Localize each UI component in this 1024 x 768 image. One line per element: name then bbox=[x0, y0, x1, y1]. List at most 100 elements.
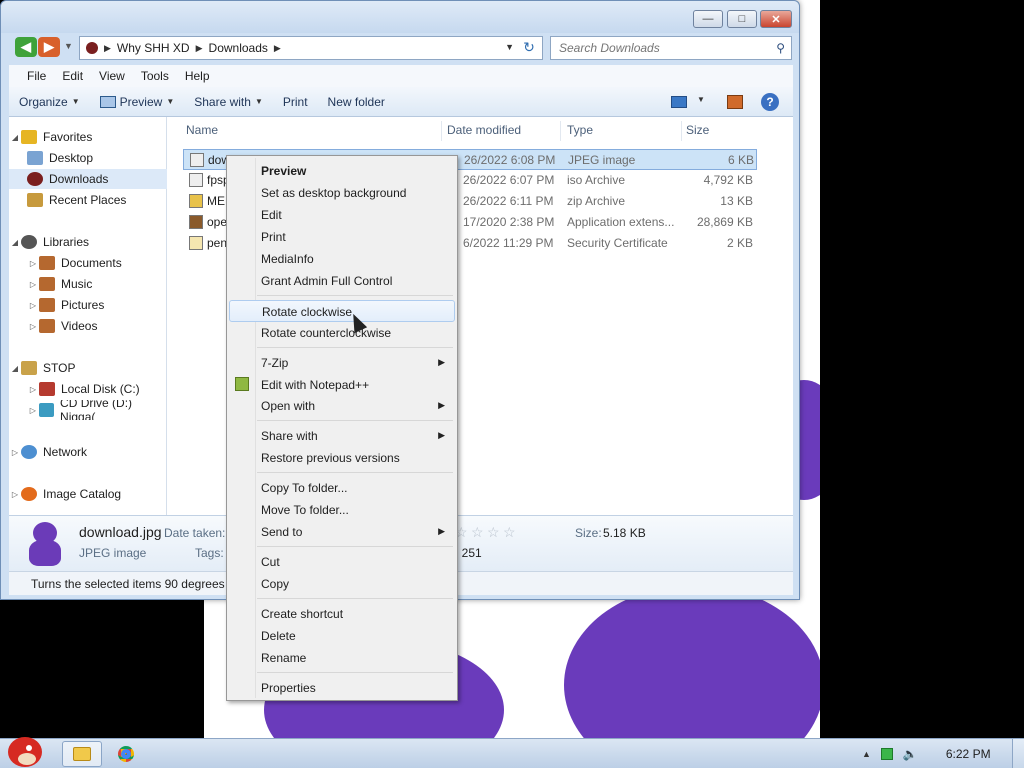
minimize-button[interactable]: — bbox=[693, 10, 723, 28]
ctx-preview[interactable]: Preview bbox=[229, 160, 455, 182]
menu-file[interactable]: File bbox=[19, 69, 54, 83]
column-divider[interactable] bbox=[441, 121, 442, 141]
search-input[interactable] bbox=[559, 41, 759, 55]
menu-tools[interactable]: Tools bbox=[133, 69, 177, 83]
refresh-icon[interactable]: ↻ bbox=[519, 39, 539, 57]
maximize-button[interactable]: □ bbox=[727, 10, 757, 28]
menu-edit[interactable]: Edit bbox=[54, 69, 91, 83]
ctx-create-shortcut[interactable]: Create shortcut bbox=[229, 603, 455, 625]
ctx-copy[interactable]: Copy bbox=[229, 573, 455, 595]
breadcrumb-downloads[interactable]: Downloads bbox=[209, 41, 268, 55]
ctx-edit-notepad[interactable]: Edit with Notepad++ bbox=[229, 374, 455, 396]
breadcrumb-separator-icon[interactable]: ▶ bbox=[196, 43, 203, 54]
address-dropdown-icon[interactable]: ▼ bbox=[505, 42, 514, 52]
ctx-print[interactable]: Print bbox=[229, 226, 455, 248]
taskbar-explorer-button[interactable] bbox=[62, 741, 102, 767]
nav-music[interactable]: ▷ Music bbox=[9, 274, 167, 294]
search-icon[interactable]: ⚲ bbox=[776, 41, 785, 55]
column-type[interactable]: Type bbox=[567, 123, 593, 137]
breadcrumb-separator-icon[interactable]: ▶ bbox=[274, 43, 281, 54]
collapse-arrow-icon[interactable]: ▷ bbox=[27, 301, 39, 310]
show-hidden-icons-icon[interactable]: ▲ bbox=[862, 749, 871, 759]
nav-recent-places[interactable]: Recent Places bbox=[9, 190, 167, 210]
nav-desktop[interactable]: Desktop bbox=[9, 148, 167, 168]
taskbar-chrome-button[interactable] bbox=[106, 741, 146, 767]
ctx-rename[interactable]: Rename bbox=[229, 647, 455, 669]
search-box[interactable]: ⚲ bbox=[550, 36, 792, 60]
preview-pane-icon[interactable] bbox=[727, 95, 743, 109]
collapse-arrow-icon[interactable]: ▷ bbox=[27, 259, 39, 268]
breadcrumb-why-shh-xd[interactable]: Why SHH XD bbox=[117, 41, 190, 55]
organize-button[interactable]: Organize ▼ bbox=[9, 95, 90, 109]
ctx-cut[interactable]: Cut bbox=[229, 551, 455, 573]
ctx-restore-previous[interactable]: Restore previous versions bbox=[229, 447, 455, 469]
nav-favorites[interactable]: ◢ Favorites bbox=[9, 127, 167, 147]
expand-arrow-icon[interactable]: ◢ bbox=[9, 238, 21, 247]
ctx-copy-to-folder[interactable]: Copy To folder... bbox=[229, 477, 455, 499]
rating-star-icon[interactable]: ☆ bbox=[503, 524, 516, 541]
ctx-properties[interactable]: Properties bbox=[229, 677, 455, 699]
expand-arrow-icon[interactable]: ◢ bbox=[9, 364, 21, 373]
ctx-move-to-folder[interactable]: Move To folder... bbox=[229, 499, 455, 521]
column-name[interactable]: Name bbox=[186, 123, 218, 137]
ctx-mediainfo[interactable]: MediaInfo bbox=[229, 248, 455, 270]
expand-arrow-icon[interactable]: ◢ bbox=[9, 133, 21, 142]
bird-eye bbox=[26, 745, 32, 751]
nav-computer[interactable]: ◢ STOP bbox=[9, 358, 167, 378]
ctx-grant-admin[interactable]: Grant Admin Full Control bbox=[229, 270, 455, 292]
column-date-modified[interactable]: Date modified bbox=[447, 123, 521, 137]
collapse-arrow-icon[interactable]: ▷ bbox=[9, 448, 21, 457]
recent-pages-dropdown-icon[interactable]: ▼ bbox=[64, 41, 73, 51]
network-status-icon[interactable] bbox=[880, 748, 893, 760]
nav-libraries[interactable]: ◢ Libraries bbox=[9, 232, 167, 252]
address-bar[interactable]: ▶ Why SHH XD ▶ Downloads ▶ ▼ ↻ bbox=[79, 36, 543, 60]
collapse-arrow-icon[interactable]: ▷ bbox=[27, 385, 39, 394]
nav-videos[interactable]: ▷ Videos bbox=[9, 316, 167, 336]
back-button[interactable]: ◀ bbox=[15, 37, 37, 57]
ctx-delete[interactable]: Delete bbox=[229, 625, 455, 647]
print-button[interactable]: Print bbox=[273, 95, 318, 109]
collapse-arrow-icon[interactable]: ▷ bbox=[27, 280, 39, 289]
nav-downloads[interactable]: Downloads bbox=[9, 169, 167, 189]
ctx-rotate-clockwise[interactable]: Rotate clockwise bbox=[229, 300, 455, 322]
file-date: 17/2020 2:38 PM bbox=[463, 215, 555, 229]
ctx-set-desktop-background[interactable]: Set as desktop background bbox=[229, 182, 455, 204]
nav-documents[interactable]: ▷ Documents bbox=[9, 253, 167, 273]
close-button[interactable]: ✕ bbox=[760, 10, 792, 28]
column-divider[interactable] bbox=[681, 121, 682, 141]
collapse-arrow-icon[interactable]: ▷ bbox=[27, 406, 39, 415]
volume-icon[interactable]: 🔈 bbox=[903, 747, 918, 761]
column-divider[interactable] bbox=[560, 121, 561, 141]
menu-view[interactable]: View bbox=[91, 69, 133, 83]
ctx-open-with[interactable]: Open with ▶ bbox=[229, 395, 455, 417]
ctx-7zip[interactable]: 7-Zip ▶ bbox=[229, 352, 455, 374]
breadcrumb-separator-icon[interactable]: ▶ bbox=[104, 43, 111, 54]
start-button[interactable] bbox=[2, 735, 48, 768]
show-desktop-button[interactable] bbox=[1012, 739, 1024, 768]
nav-network[interactable]: ▷ Network bbox=[9, 442, 167, 462]
change-view-icon[interactable] bbox=[671, 96, 687, 108]
column-size[interactable]: Size bbox=[686, 123, 709, 137]
nav-pictures[interactable]: ▷ Pictures bbox=[9, 295, 167, 315]
ctx-share-with[interactable]: Share with ▶ bbox=[229, 425, 455, 447]
nav-image-catalog[interactable]: ▷ Image Catalog bbox=[9, 484, 167, 504]
nav-local-disk[interactable]: ▷ Local Disk (C:) bbox=[9, 379, 167, 399]
nav-cd-drive[interactable]: ▷ CD Drive (D:) Nigga( bbox=[9, 400, 167, 420]
collapse-arrow-icon[interactable]: ▷ bbox=[27, 322, 39, 331]
rating-star-icon[interactable]: ☆ bbox=[471, 524, 484, 541]
rating-star-icon[interactable]: ☆ bbox=[487, 524, 500, 541]
new-folder-button[interactable]: New folder bbox=[318, 95, 395, 109]
ctx-send-to[interactable]: Send to ▶ bbox=[229, 521, 455, 543]
clock[interactable]: 6:22 PM bbox=[946, 747, 991, 761]
ctx-rotate-counterclockwise[interactable]: Rotate counterclockwise bbox=[229, 322, 455, 344]
preview-button[interactable]: Preview ▼ bbox=[90, 95, 185, 109]
ctx-edit[interactable]: Edit bbox=[229, 204, 455, 226]
share-with-button[interactable]: Share with ▼ bbox=[184, 95, 273, 109]
view-dropdown-icon[interactable]: ▼ bbox=[697, 95, 705, 104]
help-icon[interactable]: ? bbox=[761, 93, 779, 111]
forward-button[interactable]: ▶ bbox=[38, 37, 60, 57]
menu-help[interactable]: Help bbox=[177, 69, 218, 83]
ctx-label: Copy bbox=[261, 577, 290, 591]
title-bar[interactable]: — □ ✕ bbox=[1, 1, 799, 33]
collapse-arrow-icon[interactable]: ▷ bbox=[9, 490, 21, 499]
